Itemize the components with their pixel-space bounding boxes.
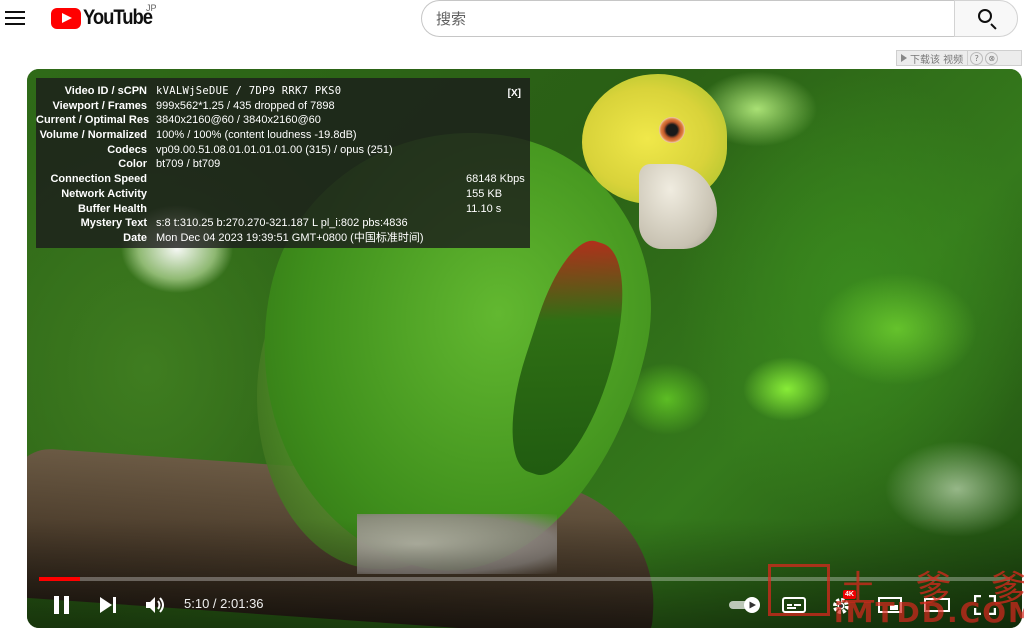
stats-row: Connection Speed 68148 Kbps bbox=[36, 172, 530, 187]
stats-close-button[interactable]: [X] bbox=[508, 87, 521, 102]
stats-for-nerds-panel: [X] Video ID / sCPN kVALWjSeDUE / 7DP9 R… bbox=[36, 78, 530, 248]
stats-row: Video ID / sCPN kVALWjSeDUE / 7DP9 RRK7 … bbox=[36, 84, 530, 99]
search-box bbox=[421, 0, 955, 37]
youtube-play-icon bbox=[51, 7, 81, 29]
stats-row: Current / Optimal Res 3840x2160@60 / 384… bbox=[36, 113, 530, 128]
fullscreen-icon bbox=[974, 595, 996, 615]
parrot-eye bbox=[659, 117, 685, 143]
pause-icon bbox=[54, 596, 69, 614]
region-code: JP bbox=[146, 3, 157, 13]
stats-value: kVALWjSeDUE / 7DP9 RRK7 PKS0 bbox=[156, 85, 342, 97]
stats-row: Network Activity 155 KB bbox=[36, 187, 530, 202]
progress-played bbox=[39, 577, 80, 581]
next-button[interactable] bbox=[95, 589, 121, 621]
next-icon bbox=[100, 597, 116, 613]
download-video-button[interactable]: 下载该 视频 bbox=[897, 51, 969, 66]
stats-label: Date bbox=[123, 231, 147, 244]
download-label: 下载该 视频 bbox=[910, 54, 964, 66]
stats-label: Network Activity bbox=[61, 187, 147, 200]
search-icon bbox=[978, 9, 992, 23]
fullscreen-button[interactable] bbox=[970, 589, 1000, 621]
play-triangle-icon bbox=[901, 54, 907, 62]
subtitles-button[interactable] bbox=[779, 589, 809, 621]
stats-value: 68148 Kbps bbox=[466, 173, 525, 186]
subtitles-icon bbox=[782, 597, 806, 613]
menu-icon[interactable] bbox=[5, 8, 27, 28]
stats-value: 3840x2160@60 / 3840x2160@60 bbox=[156, 114, 321, 127]
stats-value: 999x562*1.25 / 435 dropped of 7898 bbox=[156, 99, 335, 112]
stats-value: Mon Dec 04 2023 19:39:51 GMT+0800 (中国标准时… bbox=[156, 231, 424, 244]
stats-value: vp09.00.51.08.01.01.01.01.00 (315) / opu… bbox=[156, 143, 393, 156]
stats-row: Buffer Health 11.10 s bbox=[36, 202, 530, 217]
stats-value: 155 KB bbox=[466, 187, 503, 200]
stats-row: Color bt709 / bt709 bbox=[36, 157, 530, 172]
mute-button[interactable] bbox=[142, 589, 170, 621]
settings-button[interactable]: 4K bbox=[827, 589, 857, 621]
autoplay-toggle[interactable] bbox=[727, 589, 763, 621]
stats-label: Volume / Normalized bbox=[39, 129, 147, 142]
masthead: YouTube JP bbox=[0, 0, 1024, 40]
stats-row: Viewport / Frames 999x562*1.25 / 435 dro… bbox=[36, 99, 530, 114]
pause-button[interactable] bbox=[49, 589, 75, 621]
theater-mode-icon bbox=[924, 598, 950, 612]
stats-row: Date Mon Dec 04 2023 19:39:51 GMT+0800 (… bbox=[36, 231, 530, 246]
time-duration: 2:01:36 bbox=[220, 596, 264, 611]
controls-gradient bbox=[27, 518, 1022, 628]
time-separator: / bbox=[209, 596, 221, 611]
stats-label: Viewport / Frames bbox=[52, 99, 147, 112]
stats-label: Mystery Text bbox=[80, 217, 147, 230]
stats-label: Connection Speed bbox=[50, 173, 147, 186]
miniplayer-icon bbox=[878, 597, 902, 613]
stats-value: bt709 / bt709 bbox=[156, 158, 221, 171]
quality-badge: 4K bbox=[843, 590, 856, 599]
stats-row: Volume / Normalized 100% / 100% (content… bbox=[36, 128, 530, 143]
stats-row: Codecs vp09.00.51.08.01.01.01.01.00 (315… bbox=[36, 143, 530, 158]
stats-label: Color bbox=[118, 158, 147, 171]
stats-row: Mystery Text s:8 t:310.25 b:270.270-321.… bbox=[36, 216, 530, 231]
help-icon[interactable]: ? bbox=[970, 51, 984, 65]
search-button[interactable] bbox=[954, 0, 1018, 37]
autoplay-toggle-icon bbox=[729, 597, 760, 613]
search-input[interactable] bbox=[422, 1, 955, 36]
stats-label: Codecs bbox=[107, 143, 147, 156]
miniplayer-button[interactable] bbox=[875, 589, 905, 621]
stats-label: Current / Optimal Res bbox=[36, 114, 150, 127]
time-current: 5:10 bbox=[184, 596, 210, 611]
youtube-logo[interactable]: YouTube bbox=[51, 6, 161, 30]
stats-value: 100% / 100% (content loudness -19.8dB) bbox=[156, 129, 357, 142]
time-display: 5:10 / 2:01:36 bbox=[184, 596, 264, 611]
progress-bar[interactable] bbox=[39, 577, 1010, 581]
stats-value: 11.10 s bbox=[466, 202, 502, 215]
stats-label: Video ID / sCPN bbox=[64, 85, 147, 97]
theater-mode-button[interactable] bbox=[922, 589, 952, 621]
stats-value: s:8 t:310.25 b:270.270-321.187 L pl_i:80… bbox=[156, 217, 408, 230]
volume-icon bbox=[146, 597, 164, 613]
stats-label: Buffer Health bbox=[77, 202, 147, 215]
logo-text: YouTube bbox=[83, 6, 153, 29]
download-helper-bar: 下载该 视频 ? ⊗ bbox=[896, 50, 1022, 66]
close-icon[interactable]: ⊗ bbox=[985, 51, 999, 65]
video-player[interactable]: [X] Video ID / sCPN kVALWjSeDUE / 7DP9 R… bbox=[27, 69, 1022, 628]
